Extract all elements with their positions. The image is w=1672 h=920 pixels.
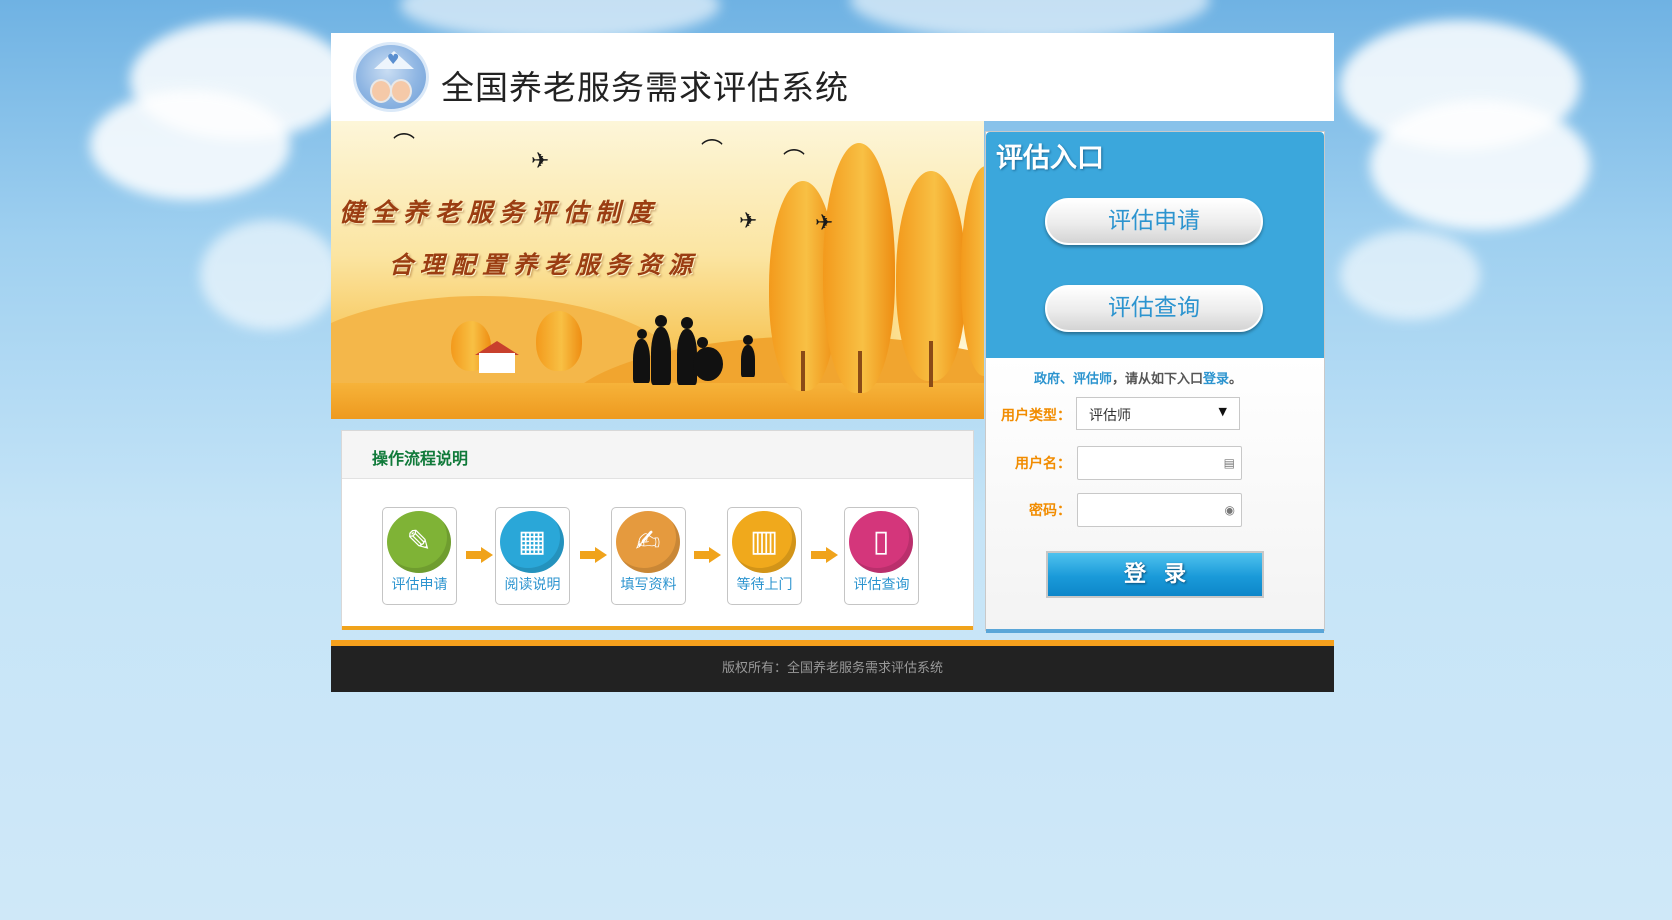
step-wait[interactable]: ▥ 等待上门	[727, 507, 802, 605]
bird-icon: ✈	[531, 149, 550, 174]
step-label: 阅读说明	[504, 577, 561, 593]
background-cloud	[1340, 230, 1480, 320]
elderly-couple-logo-icon: ♥	[353, 42, 429, 112]
header: ♥ 全国养老服务需求评估系统	[331, 33, 1334, 121]
pencil-icon: ✎	[387, 511, 451, 573]
user-type-label: 用户类型：	[1001, 408, 1071, 424]
login-form: 政府、评估师，请从如下入口登录。 用户类型： 评估师 ▼ 用户名： ▤ 密码： …	[986, 358, 1324, 630]
family-silhouette	[633, 339, 650, 383]
family-silhouette	[651, 327, 671, 385]
apply-assessment-button[interactable]: 评估申请	[1045, 198, 1263, 245]
dropdown-arrow-icon: ▼	[1218, 405, 1227, 418]
step-label: 评估申请	[391, 577, 448, 593]
page-container: ♥ 全国养老服务需求评估系统 ⌒ ✈ ⌒ ⌒ ✈ ✈ 健全养老服务评估制度 合理…	[331, 33, 1334, 692]
step-apply[interactable]: ✎ 评估申请	[382, 507, 457, 605]
notice-roles: 政府、评估师	[1034, 372, 1113, 387]
step-read[interactable]: ▦ 阅读说明	[495, 507, 570, 605]
password-label: 密码：	[1029, 503, 1071, 519]
family-silhouette	[741, 345, 755, 377]
user-type-value: 评估师	[1089, 408, 1131, 424]
step-fill[interactable]: ✍ 填写资料	[611, 507, 686, 605]
arrow-right-icon	[811, 547, 839, 563]
building-icon: ▥	[732, 511, 796, 573]
login-panel: 评估入口 评估申请 评估查询 政府、评估师，请从如下入口登录。 用户类型： 评估…	[985, 131, 1325, 633]
login-notice: 政府、评估师，请从如下入口登录。	[1034, 368, 1242, 387]
banner-slogan-1: 健全养老服务评估制度	[339, 198, 660, 227]
login-submit-button[interactable]: 登录	[1046, 551, 1264, 598]
document-icon: ▦	[500, 511, 564, 573]
arrow-right-icon	[466, 547, 494, 563]
step-label: 评估查询	[853, 577, 910, 593]
copyright-text: 版权所有：全国养老服务需求评估系统	[721, 661, 943, 676]
password-input[interactable]: ◉	[1077, 493, 1242, 527]
step-label: 等待上门	[736, 577, 793, 593]
background-cloud	[1370, 100, 1590, 230]
bird-icon: ⌒	[783, 149, 806, 174]
banner-slogan-2: 合理配置养老服务资源	[389, 250, 699, 279]
process-bottom-bar	[342, 626, 973, 630]
house-illustration	[479, 353, 515, 373]
lock-icon: ◉	[1224, 503, 1235, 517]
user-card-icon: ▤	[1223, 456, 1235, 470]
process-header: 操作流程说明	[342, 431, 973, 479]
footer: 版权所有：全国养老服务需求评估系统	[331, 646, 1334, 692]
step-query[interactable]: ▯ 评估查询	[844, 507, 919, 605]
step-label: 填写资料	[620, 577, 677, 593]
bird-icon: ⌒	[393, 133, 416, 158]
process-panel: 操作流程说明 ✎ 评估申请 ▦ 阅读说明 ✍ 填写资料 ▥ 等待上门 ▯ 评估查…	[341, 430, 974, 630]
banner-image: ⌒ ✈ ⌒ ⌒ ✈ ✈ 健全养老服务评估制度 合理配置养老服务资源	[331, 121, 984, 419]
login-heading: 评估入口	[996, 143, 1104, 174]
username-label: 用户名：	[1015, 456, 1071, 472]
wheelchair-silhouette	[693, 347, 723, 381]
arrow-right-icon	[694, 547, 722, 563]
process-title: 操作流程说明	[372, 449, 469, 468]
arrow-right-icon	[580, 547, 608, 563]
username-input[interactable]: ▤	[1077, 446, 1242, 480]
tree-illustration	[536, 311, 582, 371]
login-panel-bottom-bar	[986, 629, 1324, 633]
background-cloud	[90, 90, 290, 200]
notice-login-word: 登录	[1203, 372, 1230, 387]
query-assessment-button[interactable]: 评估查询	[1045, 285, 1263, 332]
user-type-select[interactable]: 评估师 ▼	[1076, 397, 1240, 430]
bird-icon: ✈	[815, 211, 834, 236]
tablet-icon: ▯	[849, 511, 913, 573]
login-panel-header: 评估入口 评估申请 评估查询	[986, 132, 1324, 370]
bird-icon: ✈	[739, 209, 758, 234]
site-title: 全国养老服务需求评估系统	[441, 68, 849, 107]
notice-end: 。	[1229, 372, 1243, 387]
edit-form-icon: ✍	[616, 511, 680, 573]
notice-text: ，请从如下入口	[1112, 372, 1204, 387]
background-cloud	[200, 220, 340, 330]
bird-icon: ⌒	[701, 139, 724, 164]
